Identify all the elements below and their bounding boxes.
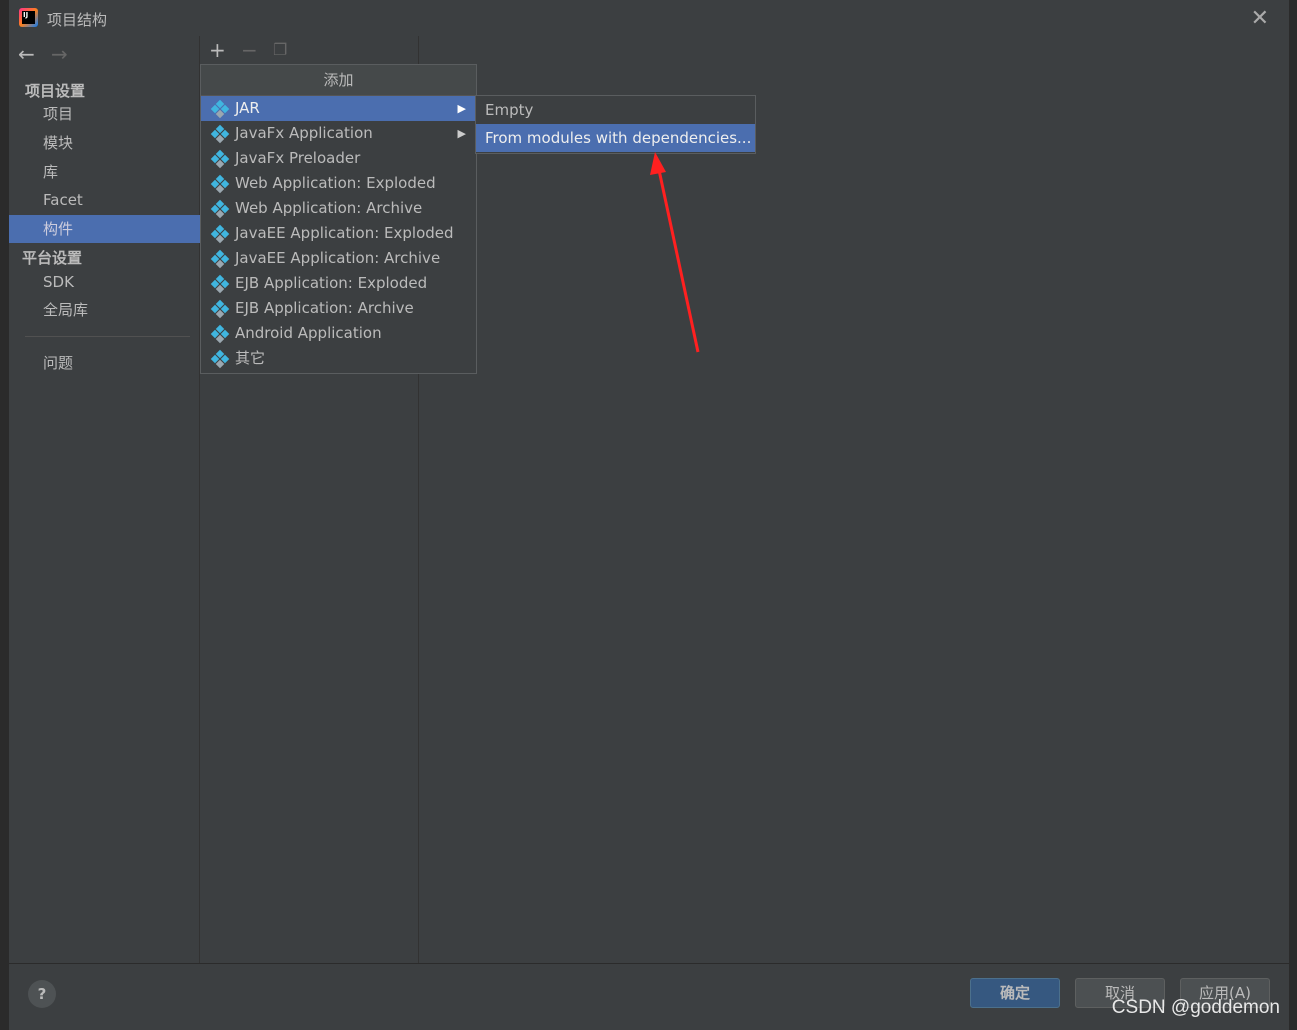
watermark: CSDN @goddemon [1111,997,1280,1018]
annotation-arrow [650,152,700,353]
